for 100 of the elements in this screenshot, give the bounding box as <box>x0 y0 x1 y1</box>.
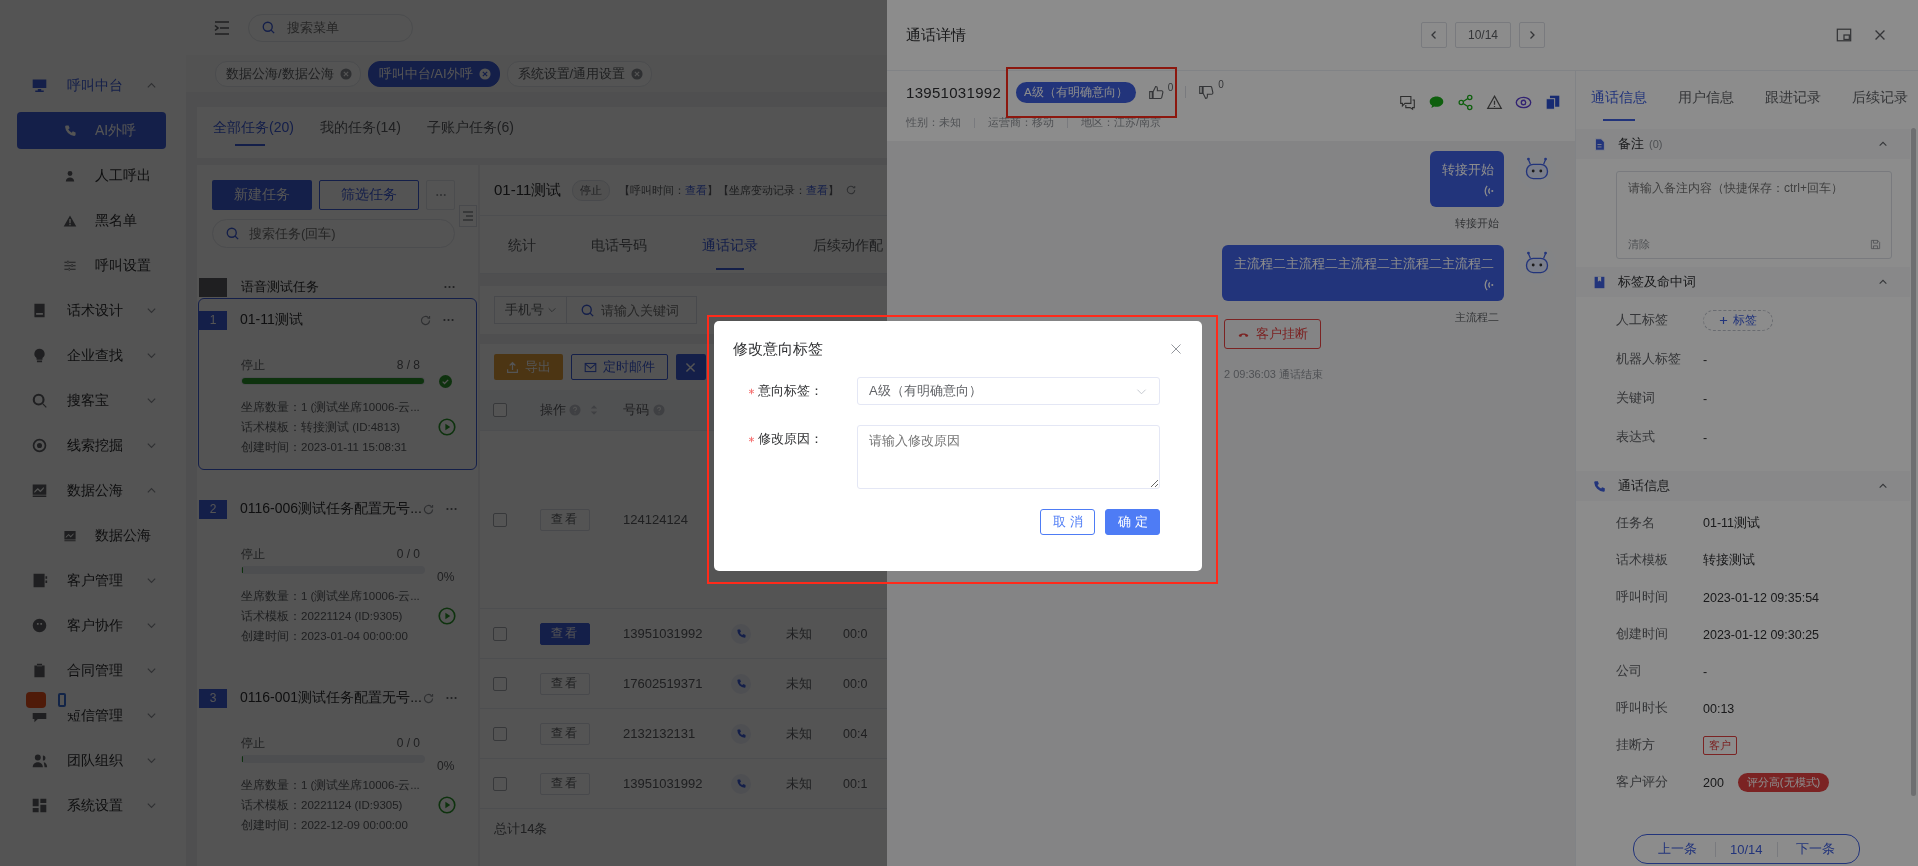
copy-icon[interactable] <box>1544 93 1561 111</box>
collapse-icon[interactable] <box>459 205 477 227</box>
drawer-title: 通话详情 <box>906 25 966 45</box>
tab[interactable]: 通话信息 <box>1591 71 1647 121</box>
thumbs-down-icon[interactable] <box>1198 83 1216 101</box>
phone-icon[interactable] <box>731 673 751 694</box>
field-label: 呼叫时间 <box>1616 589 1669 606</box>
play-icon[interactable] <box>438 607 456 625</box>
menu-item[interactable]: 团队组织 <box>0 738 186 783</box>
phone-icon <box>63 123 77 138</box>
party-tag: 客户 <box>1703 736 1737 755</box>
menu-item[interactable]: 数据公海 <box>0 468 186 513</box>
menu-item[interactable]: 话术设计 <box>0 288 186 333</box>
view-link[interactable]: 查看 <box>685 182 708 198</box>
close-icon[interactable] <box>339 67 352 80</box>
field-value: 01-11测试 <box>1703 515 1761 532</box>
window-icon[interactable] <box>1836 27 1852 43</box>
menu-item[interactable]: 搜客宝 <box>0 378 186 423</box>
tab[interactable]: 用户信息 <box>1678 71 1734 121</box>
audio-icon[interactable] <box>1482 183 1494 199</box>
reason-field[interactable]: 请输入修改原因 <box>857 425 1160 489</box>
dislike-count: 0 <box>1218 79 1224 90</box>
tab[interactable]: 后续记录 <box>1852 71 1908 121</box>
play-icon[interactable] <box>438 418 456 436</box>
plus-icon <box>1719 316 1728 325</box>
refresh-icon[interactable] <box>419 313 432 327</box>
search-icon <box>31 392 48 409</box>
menu-item[interactable]: 合同管理 <box>0 648 186 693</box>
next-button[interactable] <box>1519 22 1545 48</box>
tab[interactable]: 全部任务(20) <box>213 107 294 146</box>
more-button[interactable] <box>426 180 455 210</box>
audio-icon[interactable] <box>1482 277 1494 293</box>
thumbs-up-icon[interactable] <box>1147 83 1165 101</box>
phone-icon[interactable] <box>731 623 751 644</box>
intent-select[interactable]: A级（有明确意向） <box>857 377 1160 405</box>
add-tag-button[interactable]: 标签 <box>1703 310 1773 331</box>
filter-button[interactable]: 筛选任务 <box>319 180 419 210</box>
field-label: 创建时间 <box>1616 626 1669 643</box>
close-icon[interactable] <box>1170 343 1182 355</box>
field-value: 2023-01-12 09:35:54 <box>1703 590 1820 605</box>
checkbox[interactable] <box>493 726 507 741</box>
email-button[interactable]: 定时邮件 <box>571 354 668 380</box>
page-indicator: 10/14 <box>1455 22 1511 48</box>
scrollbar[interactable] <box>1911 128 1916 796</box>
field-value: - <box>1703 352 1708 367</box>
phone-number: 13951031992 <box>906 83 1002 101</box>
cancel-button[interactable]: 取消 <box>1040 509 1095 535</box>
menu-item[interactable]: 呼叫中台 <box>0 63 186 108</box>
document-icon <box>1593 137 1606 151</box>
phone-icon[interactable] <box>731 773 751 794</box>
submenu-item[interactable]: 呼叫设置 <box>17 243 166 288</box>
menu-item[interactable]: 客户管理 <box>0 558 186 603</box>
previous-button[interactable] <box>1421 22 1447 48</box>
confirm-button[interactable]: 确定 <box>1105 509 1160 535</box>
view-link[interactable]: 查看 <box>806 182 829 198</box>
warning-icon[interactable] <box>1486 93 1503 111</box>
checkbox[interactable] <box>493 676 507 691</box>
chevron-right-icon <box>1527 30 1537 40</box>
tab[interactable]: 跟进记录 <box>1765 71 1821 121</box>
book-icon <box>31 302 48 319</box>
refresh-icon[interactable] <box>421 502 435 516</box>
task-title: 0116-001测试任务配置无号... <box>240 689 422 707</box>
dialog-title: 修改意向标签 <box>733 339 823 359</box>
target-icon <box>31 437 48 454</box>
menu-item[interactable]: 线索挖掘 <box>0 423 186 468</box>
share-icon[interactable] <box>1457 93 1474 111</box>
field-value: 2023-01-12 09:30:25 <box>1703 627 1820 642</box>
checkbox[interactable] <box>493 512 507 527</box>
section-header[interactable]: 标签及命中词 <box>1576 267 1910 297</box>
refresh-icon[interactable] <box>845 184 858 196</box>
menu-item[interactable]: 系统设置 <box>0 783 186 828</box>
menu-item[interactable]: 企业查找 <box>0 333 186 378</box>
hangup-button[interactable]: 客户挂断 <box>1224 319 1321 349</box>
section-header[interactable]: 通话信息 <box>1576 471 1910 501</box>
field-label: 意向标签： <box>758 382 823 400</box>
checkbox[interactable] <box>493 776 507 791</box>
search-icon <box>225 226 240 241</box>
menu-item[interactable]: 客户协作 <box>0 603 186 648</box>
intent-tag[interactable]: A级（有明确意向） <box>1016 81 1136 103</box>
envelope-icon <box>584 360 597 374</box>
phone-icon[interactable] <box>731 723 751 744</box>
play-icon[interactable] <box>438 796 456 814</box>
save-icon[interactable] <box>1870 239 1881 250</box>
field-label: 话术模板 <box>1616 552 1669 569</box>
close-icon[interactable] <box>478 67 491 80</box>
submenu-item[interactable]: 数据公海 <box>17 513 166 558</box>
submenu-item[interactable]: 人工呼出 <box>17 153 166 198</box>
refresh-icon[interactable] <box>421 691 435 705</box>
checkbox[interactable] <box>493 626 507 641</box>
batch-button[interactable] <box>676 354 706 380</box>
upload-icon <box>506 360 519 374</box>
note-input[interactable]: 请输入备注内容（快捷保存：ctrl+回车） <box>1628 180 1881 237</box>
section-title: 通话信息 <box>1618 477 1670 495</box>
tab[interactable]: 通话记录 <box>702 216 758 273</box>
submenu-item[interactable]: 黑名单 <box>17 198 166 243</box>
checkbox[interactable] <box>493 403 507 417</box>
warning-icon <box>63 213 77 228</box>
field-value: - <box>1703 664 1708 679</box>
close-icon[interactable] <box>631 67 644 80</box>
chat-icon[interactable] <box>1399 93 1416 111</box>
